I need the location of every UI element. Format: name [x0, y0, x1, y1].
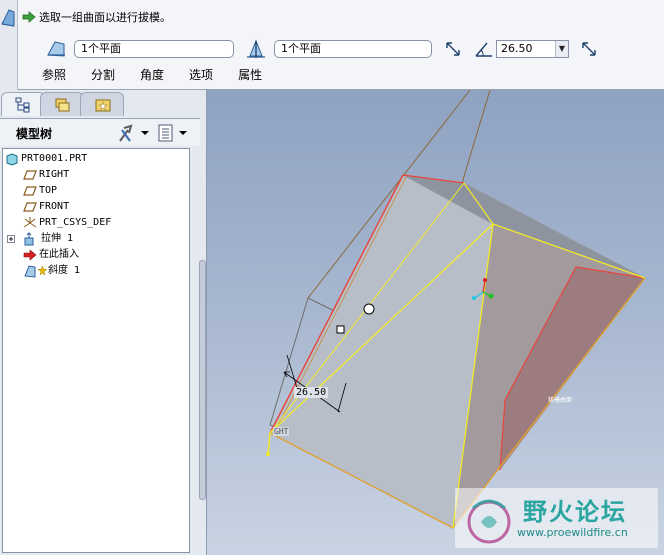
draft-dashboard: 选取一组曲面以进行拔模。 1个平面 1个平面 26.50 ▼ 参照 分割 角度 …	[0, 0, 664, 90]
tree-item-label: 斜度 1	[48, 265, 81, 276]
draft-surface-label: 拔模曲面	[548, 397, 573, 404]
chevron-down-icon[interactable]: ▼	[555, 41, 568, 57]
draft-surface-icon[interactable]	[44, 38, 68, 60]
favorites-folder-icon	[95, 99, 111, 112]
draft-angle-icon	[475, 42, 492, 57]
prompt-message: 选取一组曲面以进行拔模。	[39, 11, 171, 24]
model-tree-title: 模型树	[16, 127, 53, 141]
watermark-title: 野火论坛	[523, 498, 627, 526]
csys-icon	[23, 217, 37, 228]
tree-item-label: PRT0001.PRT	[21, 153, 88, 164]
folder-browser-icon	[55, 98, 70, 112]
modified-star-icon	[38, 266, 47, 275]
datum-plane-tag: GHT	[273, 427, 290, 436]
tree-item-label: PRT_CSYS_DEF	[39, 217, 112, 228]
tab-model-tree[interactable]	[1, 92, 45, 116]
tab-favorites[interactable]	[80, 92, 124, 116]
dashboard-left-strip	[0, 0, 18, 90]
message-row: 选取一组曲面以进行拔模。	[22, 7, 171, 27]
navigator-tabs	[0, 92, 207, 116]
draft-angle-value: 26.50	[501, 42, 533, 55]
model-tree[interactable]: PRT0001.PRT RIGHT TOP FRONT PRT_CSYS_DEF	[2, 148, 190, 553]
hinge-drag-handle[interactable]	[336, 325, 345, 334]
extrude-icon	[24, 232, 34, 246]
settings-tools-icon[interactable]	[119, 124, 149, 142]
tree-item-label: TOP	[39, 185, 58, 196]
dashboard-tabs: 参照 分割 角度 选项 属性	[42, 66, 287, 84]
navigator-panel: 模型树 PRT0001.PRT RIGHT TOP FRONT PRT_CSYS…	[0, 90, 207, 555]
message-arrow-icon	[22, 11, 36, 23]
flip-angle-icon[interactable]	[580, 40, 598, 58]
tab-references[interactable]: 参照	[42, 66, 66, 84]
model-tree-header: 模型树	[0, 118, 200, 146]
tab-options[interactable]: 选项	[189, 66, 213, 84]
watermark: 野火论坛 www.proewildfire.cn	[455, 488, 658, 548]
datum-plane-icon	[23, 170, 37, 180]
tab-angles[interactable]: 角度	[140, 66, 164, 84]
insert-here-arrow-icon	[23, 249, 37, 261]
dashboard-input-row: 1个平面 1个平面 26.50 ▼	[44, 38, 664, 60]
watermark-logo-icon	[467, 499, 511, 544]
model-preview	[266, 90, 646, 530]
model-tree-icon	[15, 97, 30, 113]
navigator-splitter[interactable]	[199, 260, 206, 500]
tree-item-label: 拉伸 1	[41, 233, 74, 244]
show-menu-icon[interactable]	[158, 124, 187, 142]
tree-item-label: RIGHT	[39, 169, 70, 180]
part-icon	[6, 153, 18, 166]
graphics-window[interactable]: 26.50 GHT 拔模曲面 野火论坛 www.proewildfire.cn	[207, 90, 664, 555]
datum-plane-icon	[23, 186, 37, 196]
tab-split[interactable]: 分割	[91, 66, 115, 84]
angle-dimension[interactable]: 26.50	[294, 387, 329, 398]
tree-tools	[119, 124, 187, 142]
draft-icon	[24, 265, 36, 278]
tab-folder-browser[interactable]	[40, 92, 84, 116]
angle-drag-handle[interactable]	[363, 303, 375, 315]
draft-hinge-field[interactable]: 1个平面	[274, 40, 432, 58]
flip-direction-icon[interactable]	[444, 40, 462, 58]
draft-feature-icon	[1, 9, 15, 27]
draft-surfaces-field[interactable]: 1个平面	[74, 40, 234, 58]
tree-item-label: 在此插入	[39, 249, 79, 260]
tab-properties[interactable]: 属性	[238, 66, 262, 84]
draft-hinge-icon[interactable]	[244, 38, 268, 60]
datum-plane-icon	[23, 202, 37, 212]
draft-angle-combo[interactable]: 26.50 ▼	[496, 40, 569, 58]
expand-plus-icon[interactable]	[7, 235, 15, 243]
tree-item-label: FRONT	[39, 201, 70, 212]
watermark-url: www.proewildfire.cn	[517, 526, 628, 539]
